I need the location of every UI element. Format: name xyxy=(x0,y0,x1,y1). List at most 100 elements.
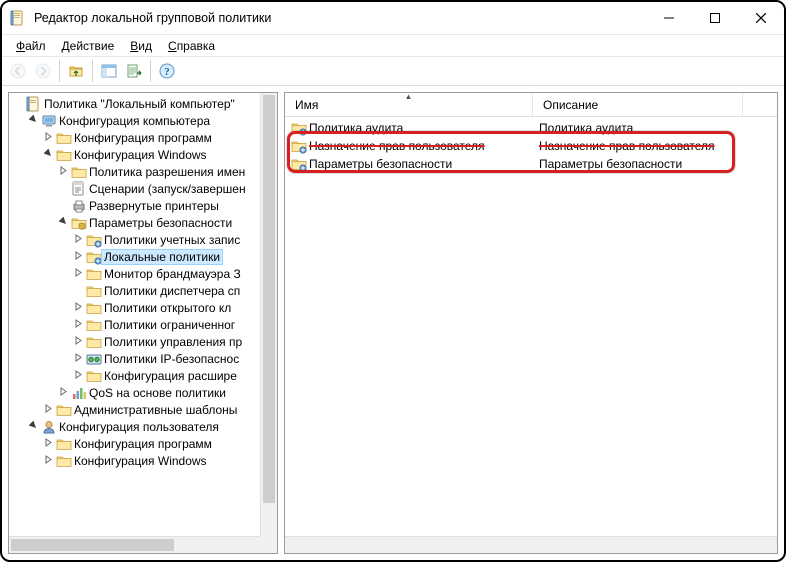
tree-item[interactable]: Параметры безопасности xyxy=(11,214,277,231)
collapse-icon[interactable] xyxy=(41,149,55,161)
expand-icon[interactable] xyxy=(71,319,85,331)
back-button[interactable] xyxy=(6,59,30,83)
folder-icon xyxy=(55,130,72,146)
menu-help[interactable]: Справка xyxy=(160,37,223,55)
tree-item[interactable]: Сценарии (запуск/завершен xyxy=(11,180,277,197)
tree-item-label: Политики ограниченног xyxy=(102,318,237,332)
tree-item[interactable]: Конфигурация программ xyxy=(11,435,277,452)
user-icon xyxy=(40,419,57,435)
tree-item[interactable]: QoS на основе политики xyxy=(11,384,277,401)
tree-item[interactable]: Политики IP-безопаснос xyxy=(11,350,277,367)
tree-item[interactable]: Политики ограниченног xyxy=(11,316,277,333)
list-body[interactable]: Политика аудитаПолитика аудитаНазначение… xyxy=(285,117,777,553)
maximize-button[interactable] xyxy=(692,2,738,33)
tree-item[interactable]: Развернутые принтеры xyxy=(11,197,277,214)
tree-item[interactable]: Конфигурация Windows xyxy=(11,146,277,163)
folder-icon xyxy=(55,402,72,418)
client-area: Политика "Локальный компьютер"Конфигурац… xyxy=(2,86,784,560)
collapse-icon[interactable] xyxy=(26,115,40,127)
scroll-corner xyxy=(260,536,277,553)
tree-item-label: Конфигурация Windows xyxy=(72,454,209,468)
tree-panel: Политика "Локальный компьютер"Конфигурац… xyxy=(8,92,278,554)
folder-icon xyxy=(85,334,102,350)
list-item-name: Параметры безопасности xyxy=(309,157,452,171)
tree-item-label: Монитор брандмауэра З xyxy=(102,267,243,281)
show-hide-tree-button[interactable] xyxy=(97,59,121,83)
script-icon xyxy=(70,181,87,197)
expand-icon[interactable] xyxy=(71,353,85,365)
tree-view[interactable]: Политика "Локальный компьютер"Конфигурац… xyxy=(9,93,277,553)
folder-icon xyxy=(55,147,72,163)
toolbar-separator xyxy=(59,60,60,82)
tree-item-label: Параметры безопасности xyxy=(87,216,234,230)
expand-icon[interactable] xyxy=(41,455,55,467)
tree-item[interactable]: Локальные политики xyxy=(11,248,277,265)
folder-icon xyxy=(85,300,102,316)
printer-icon xyxy=(70,198,87,214)
tree-item[interactable]: Монитор брандмауэра З xyxy=(11,265,277,282)
list-item[interactable]: Политика аудитаПолитика аудита xyxy=(285,119,777,137)
list-item[interactable]: Назначение прав пользователяНазначение п… xyxy=(285,137,777,155)
collapse-icon[interactable] xyxy=(56,217,70,229)
folder-icon xyxy=(55,453,72,469)
ipsec-icon xyxy=(85,351,102,367)
list-item-desc: Параметры безопасности xyxy=(539,157,682,171)
expand-icon[interactable] xyxy=(71,302,85,314)
column-header-description[interactable]: Описание xyxy=(533,93,743,116)
list-item[interactable]: Параметры безопасности Параметры безопасн… xyxy=(285,155,777,173)
tree-item-label: Политика разрешения имен xyxy=(87,165,247,179)
expand-icon[interactable] xyxy=(41,438,55,450)
folder-icon xyxy=(85,283,102,299)
window-controls xyxy=(646,2,784,33)
toolbar-separator xyxy=(150,60,151,82)
tree-item-label: Конфигурация пользователя xyxy=(57,420,221,434)
menu-view[interactable]: Вид xyxy=(122,37,160,55)
horizontal-scrollbar[interactable] xyxy=(285,536,777,553)
up-button[interactable] xyxy=(64,59,88,83)
tree-item[interactable]: Политика "Локальный компьютер" xyxy=(11,95,277,112)
tree-item-label: Конфигурация программ xyxy=(72,437,214,451)
tree-item-label: Конфигурация программ xyxy=(72,131,214,145)
tree-item[interactable]: Политики учетных запис xyxy=(11,231,277,248)
titlebar: Редактор локальной групповой политики xyxy=(2,2,784,34)
expand-icon[interactable] xyxy=(71,370,85,382)
tree-item[interactable]: Политика разрешения имен xyxy=(11,163,277,180)
list-header: Имя ▲ Описание xyxy=(285,93,777,117)
folder-b-icon xyxy=(85,249,102,265)
expand-icon[interactable] xyxy=(71,234,85,246)
column-header-name[interactable]: Имя ▲ xyxy=(285,93,533,116)
export-button[interactable] xyxy=(122,59,146,83)
tree-item[interactable]: Административные шаблоны xyxy=(11,401,277,418)
expand-icon[interactable] xyxy=(71,336,85,348)
sort-indicator-icon: ▲ xyxy=(405,92,413,101)
tree-item[interactable]: Политики диспетчера сп xyxy=(11,282,277,299)
menu-action[interactable]: Действие xyxy=(54,37,123,55)
horizontal-scrollbar[interactable] xyxy=(9,536,260,553)
tree-item[interactable]: Конфигурация Windows xyxy=(11,452,277,469)
close-button[interactable] xyxy=(738,2,784,33)
expand-icon[interactable] xyxy=(56,166,70,178)
toolbar: ? xyxy=(2,56,784,86)
minimize-button[interactable] xyxy=(646,2,692,33)
expand-icon[interactable] xyxy=(71,251,85,263)
tree-item-label: Политики IP-безопаснос xyxy=(102,352,241,366)
tree-item[interactable]: Политики управления пр xyxy=(11,333,277,350)
tree-item-label: Развернутые принтеры xyxy=(87,199,221,213)
forward-button[interactable] xyxy=(31,59,55,83)
tree-item[interactable]: Конфигурация расшире xyxy=(11,367,277,384)
menu-file[interactable]: Файл xyxy=(8,37,54,55)
expand-icon[interactable] xyxy=(41,132,55,144)
tree-item[interactable]: Конфигурация программ xyxy=(11,129,277,146)
svg-text:?: ? xyxy=(164,66,170,78)
expand-icon[interactable] xyxy=(56,387,70,399)
tree-item-label: Локальные политики xyxy=(102,250,222,264)
tree-item[interactable]: Конфигурация компьютера xyxy=(11,112,277,129)
collapse-icon[interactable] xyxy=(26,421,40,433)
tree-item-label: Политики управления пр xyxy=(102,335,244,349)
tree-item[interactable]: Политики открытого кл xyxy=(11,299,277,316)
expand-icon[interactable] xyxy=(41,404,55,416)
expand-icon[interactable] xyxy=(71,268,85,280)
tree-item[interactable]: Конфигурация пользователя xyxy=(11,418,277,435)
help-button[interactable]: ? xyxy=(155,59,179,83)
vertical-scrollbar[interactable] xyxy=(260,93,277,536)
